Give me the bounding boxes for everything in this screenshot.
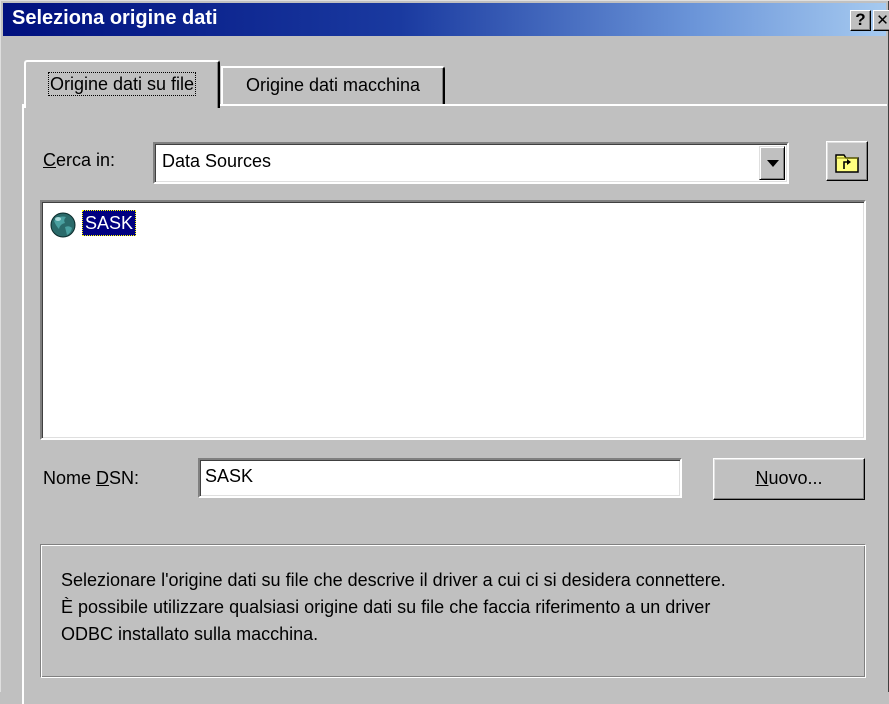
list-item-label: SASK [82,210,137,236]
tab-file-data-source-label: Origine dati su file [47,72,197,96]
description-groupbox: Selezionare l'origine dati su file che d… [40,544,866,678]
lookin-label: Cerca in: [43,150,116,170]
file-list[interactable]: SASK [40,200,866,440]
help-button[interactable]: ? [850,10,871,31]
dialog-window: Seleziona origine dati ? ✕ Origine dati … [0,0,889,704]
help-icon: ? [855,10,866,29]
new-button[interactable]: Nuovo... [713,458,865,500]
up-one-level-button[interactable] [826,141,868,181]
dsn-label: Nome DSN: [43,468,140,488]
lookin-value: Data Sources [162,151,272,171]
chevron-down-icon [767,160,779,167]
dsn-name-value: SASK [205,466,254,486]
tab-machine-data-source[interactable]: Origine dati macchina [221,66,445,104]
folder-up-icon [835,154,859,173]
lookin-combobox[interactable]: Data Sources [153,142,789,184]
tab-machine-data-source-label: Origine dati macchina [245,75,421,95]
close-icon: ✕ [876,12,889,29]
window-title: Seleziona origine dati [12,7,218,29]
dsn-name-input[interactable]: SASK [198,458,682,498]
tab-file-data-source[interactable]: Origine dati su file [24,60,220,108]
close-button[interactable]: ✕ [873,10,889,31]
description-text: Selezionare l'origine dati su file che d… [61,570,726,644]
title-bar[interactable]: Seleziona origine dati ? ✕ [3,3,889,36]
globe-dsn-icon [50,212,76,238]
lookin-dropdown-button[interactable] [759,146,785,180]
